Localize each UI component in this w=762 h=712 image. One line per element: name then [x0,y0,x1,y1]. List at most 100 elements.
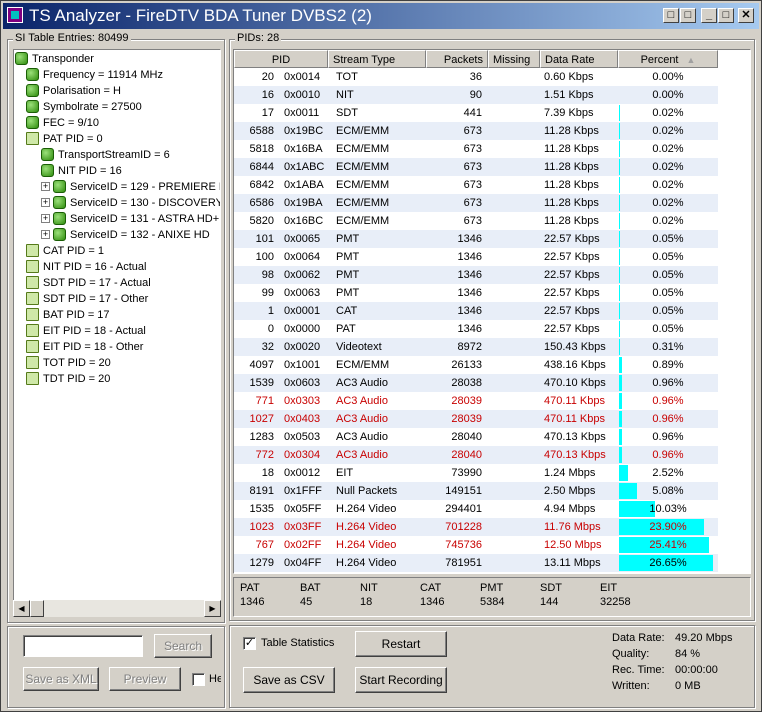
pid-cell: 101 [255,233,274,245]
table-row[interactable]: 5820 0x16BC ECM/EMM 673 11.28 Kbps 0.02% [234,212,718,230]
scroll-right-icon[interactable]: ▶ [204,600,221,617]
table-row[interactable]: 772 0x0304 AC3 Audio 28040 470.13 Kbps 0.96% [234,446,718,464]
table-row[interactable]: 1283 0x0503 AC3 Audio 28040 470.13 Kbps 0.96% [234,428,718,446]
column-header[interactable]: Missing [488,50,540,68]
table-row[interactable]: 6844 0x1ABC ECM/EMM 673 11.28 Kbps 0.02% [234,158,718,176]
restore-down-button[interactable]: □ [663,8,679,23]
tree-node[interactable]: Transponder [15,51,94,67]
tree-node[interactable]: + ServiceID = 131 - ASTRA HD+ [41,211,219,227]
restore-button[interactable]: □ [680,8,696,23]
table-statistics-checkbox[interactable]: ✓ [243,637,256,650]
preview-button[interactable]: Preview [109,667,181,691]
minimize-button[interactable]: _ [701,8,717,23]
table-icon [26,291,39,305]
table-row[interactable]: 767 0x02FF H.264 Video 745736 12.50 Mbps 25.4… [234,536,718,554]
tree-node[interactable]: TransportStreamID = 6 [41,147,170,163]
percent-cell: 0.02% [652,179,684,191]
table-row[interactable]: 1027 0x0403 AC3 Audio 28039 470.11 Kbps 0.96% [234,410,718,428]
table-row[interactable]: 1539 0x0603 AC3 Audio 28038 470.10 Kbps 0.96% [234,374,718,392]
tree-node[interactable]: FEC = 9/10 [26,115,99,131]
table-row[interactable]: 1535 0x05FF H.264 Video 294401 4.94 Mbps 10.0… [234,500,718,518]
table-row[interactable]: 16 0x0010 NIT 90 1.51 Kbps 0.00% [234,86,718,104]
tree-node[interactable]: CAT PID = 1 [26,243,104,259]
table-row[interactable]: 17 0x0011 SDT 441 7.39 Kbps 0.02% [234,104,718,122]
search-button[interactable]: Search [154,634,212,658]
tree-node[interactable]: NIT PID = 16 - Actual [26,259,146,275]
tree-hscrollbar[interactable]: ◀ ▶ [13,600,221,617]
table-row[interactable]: 4097 0x1001 ECM/EMM 26133 438.16 Kbps 0.89% [234,356,718,374]
column-header[interactable]: Packets [426,50,488,68]
table-icon [26,355,39,369]
tree-node[interactable]: SDT PID = 17 - Other [26,291,148,307]
close-button[interactable]: ✕ [738,8,754,23]
table-row[interactable]: 8191 0x1FFF Null Packets 149151 2.50 Mbps 5.0… [234,482,718,500]
column-header[interactable]: PID [234,50,328,68]
start-recording-button[interactable]: Start Recording [355,667,447,693]
table-row[interactable]: 6588 0x19BC ECM/EMM 673 11.28 Kbps 0.02% [234,122,718,140]
expand-icon[interactable]: + [41,197,50,207]
save-as-csv-button[interactable]: Save as CSV [243,667,335,693]
table-row[interactable]: 1 0x0001 CAT 1346 22.57 Kbps 0.05% [234,302,718,320]
tree-node[interactable]: SDT PID = 17 - Actual [26,275,151,291]
table-row[interactable]: 6586 0x19BA ECM/EMM 673 11.28 Kbps 0.02% [234,194,718,212]
pid-table[interactable]: PID Stream Type Packets Missing Data Rate Per… [233,49,751,574]
search-input[interactable] [23,635,143,657]
tree-node[interactable]: + ServiceID = 129 - PREMIERE HD [41,179,220,195]
tree-node[interactable]: TDT PID = 20 [26,371,110,387]
table-row[interactable]: 32 0x0020 Videotext 8972 150.43 Kbps 0.31% [234,338,718,356]
table-row[interactable]: 1023 0x03FF H.264 Video 701228 11.76 Mbps 23.… [234,518,718,536]
table-row[interactable]: 0 0x0000 PAT 1346 22.57 Kbps 0.05% [234,320,718,338]
summary-value: 18 [360,596,373,608]
pid-hex-cell: 0x0063 [284,287,321,299]
si-tree[interactable]: Transponder Frequency = 11914 MHz Polarisa… [13,49,221,601]
title-bar[interactable]: TS Analyzer - FireDTV BDA Tuner DVBS2 (2… [3,3,759,29]
table-icon [26,131,39,145]
tree-node[interactable]: NIT PID = 16 [41,163,122,179]
table-row[interactable]: 1279 0x04FF H.264 Video 781951 13.11 Mbps 26.… [234,554,718,572]
expand-icon[interactable]: + [41,213,50,223]
tree-node[interactable]: + ServiceID = 132 - ANIXE HD [41,227,210,243]
table-row[interactable]: 18 0x0012 EIT 73990 1.24 Mbps 2.52% [234,464,718,482]
table-row[interactable]: 101 0x0065 PMT 1346 22.57 Kbps 0.05% [234,230,718,248]
scroll-left-icon[interactable]: ◀ [13,600,30,617]
pid-hex-cell: 0x0011 [284,107,320,119]
data-rate-cell: 438.16 Kbps [544,359,606,371]
pid-cell: 5820 [249,215,274,227]
column-header[interactable]: Percent ▲ [618,50,718,68]
table-row[interactable]: 100 0x0064 PMT 1346 22.57 Kbps 0.05% [234,248,718,266]
column-header[interactable]: Stream Type [328,50,426,68]
table-row[interactable]: 6842 0x1ABA ECM/EMM 673 11.28 Kbps 0.02% [234,176,718,194]
expand-icon[interactable]: + [41,181,50,191]
tree-node[interactable]: + ServiceID = 130 - DISCOVERY HD [41,195,220,211]
maximize-button[interactable]: □ [718,8,734,23]
tree-node[interactable]: PAT PID = 0 [26,131,103,147]
tree-node[interactable]: EIT PID = 18 - Actual [26,323,146,339]
stream-type-cell: H.264 Video [336,503,397,515]
table-row[interactable]: 771 0x0303 AC3 Audio 28039 470.11 Kbps 0.96% [234,392,718,410]
restart-button[interactable]: Restart [355,631,447,657]
data-rate-cell: 470.13 Kbps [544,449,606,461]
missing-cell [488,500,540,518]
missing-cell [488,464,540,482]
save-as-xml-button[interactable]: Save as XML [23,667,99,691]
tree-node[interactable]: TOT PID = 20 [26,355,111,371]
table-row[interactable]: 5818 0x16BA ECM/EMM 673 11.28 Kbps 0.02% [234,140,718,158]
expand-icon[interactable]: + [41,229,50,239]
packets-cell: 673 [463,215,482,227]
tree-node[interactable]: EIT PID = 18 - Other [26,339,143,355]
column-header[interactable]: Data Rate [540,50,618,68]
pid-cell: 32 [261,341,274,353]
tree-node[interactable]: BAT PID = 17 [26,307,110,323]
table-row[interactable]: 20 0x0014 TOT 36 0.60 Kbps 0.00% [234,68,718,86]
table-row[interactable]: 99 0x0063 PMT 1346 22.57 Kbps 0.05% [234,284,718,302]
app-icon[interactable] [7,7,23,23]
table-row[interactable]: 98 0x0062 PMT 1346 22.57 Kbps 0.05% [234,266,718,284]
status-value: 00:00:00 [675,664,718,676]
tree-node[interactable]: Frequency = 11914 MHz [26,67,163,83]
scroll-thumb[interactable] [30,600,44,617]
status-label: Quality: [612,648,650,660]
missing-cell [488,122,540,140]
tree-node[interactable]: Symbolrate = 27500 [26,99,142,115]
tree-node[interactable]: Polarisation = H [26,83,121,99]
hex-checkbox[interactable] [192,673,205,686]
